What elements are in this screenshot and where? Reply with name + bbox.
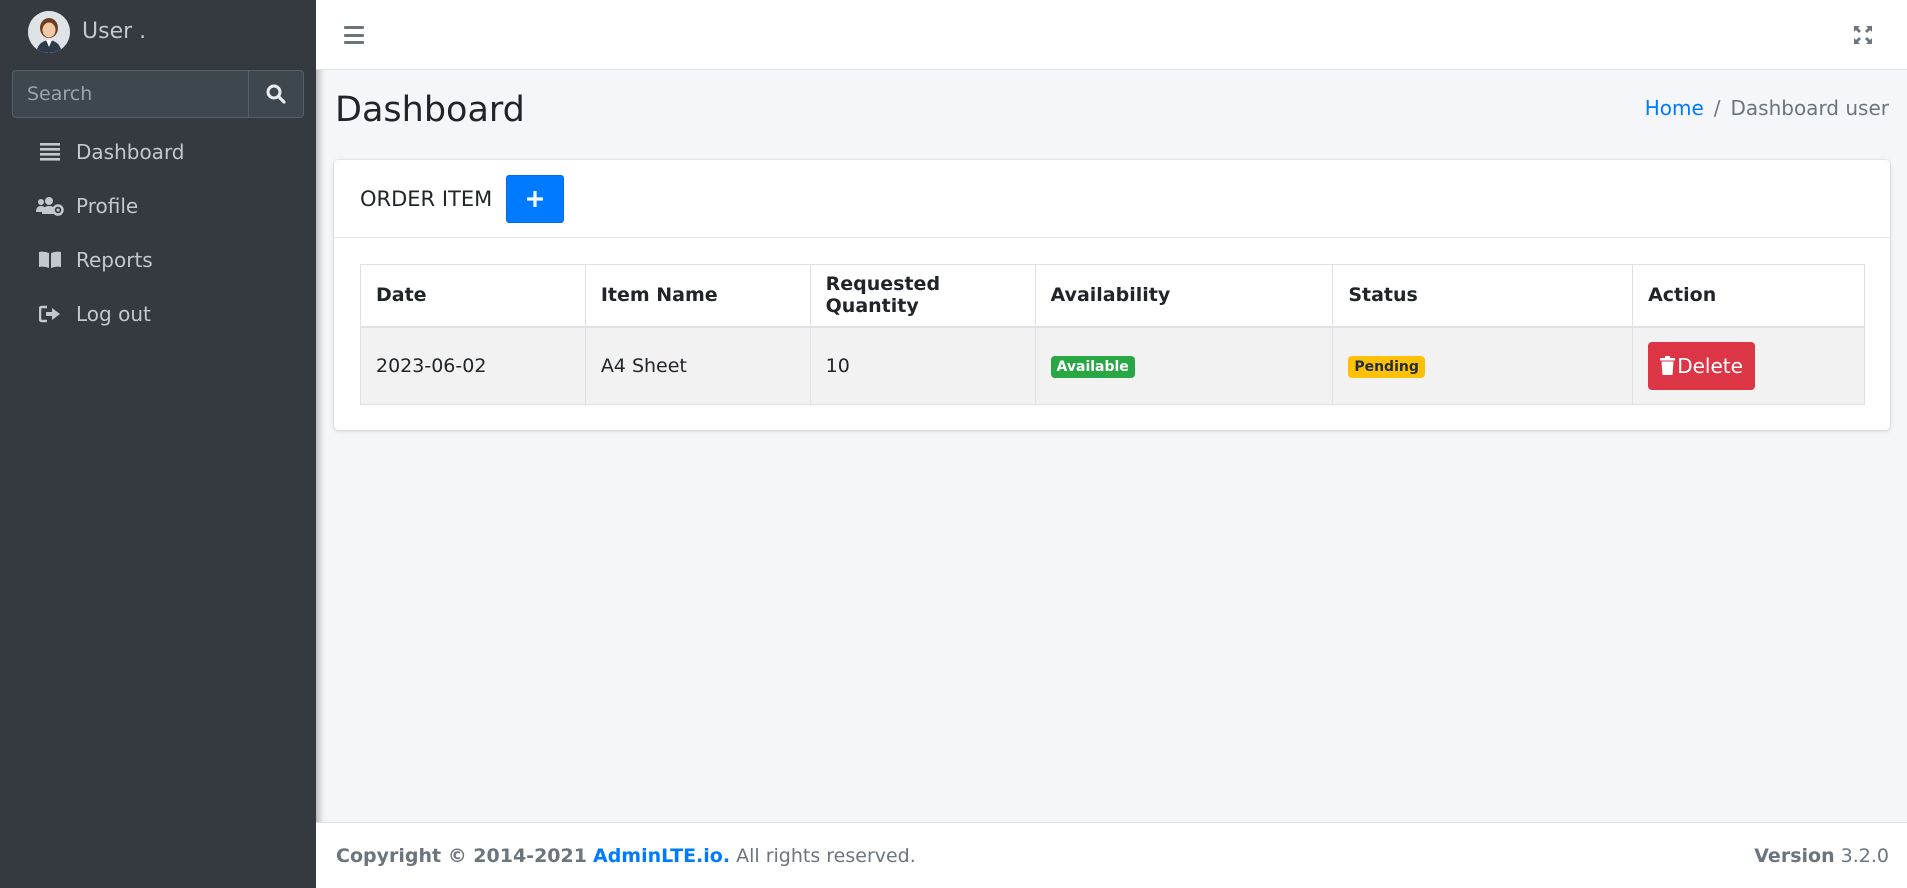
cell-item-name: A4 Sheet: [584, 326, 811, 405]
sidebar-item-logout[interactable]: Log out: [0, 287, 316, 341]
sidebar-item-label: Dashboard: [76, 140, 185, 164]
top-navbar: [316, 0, 1907, 70]
breadcrumb-current: Dashboard user: [1730, 96, 1890, 120]
search-icon: [266, 84, 286, 104]
search-button[interactable]: [248, 70, 304, 118]
version-number: 3.2.0: [1840, 844, 1889, 867]
trash-icon: [1660, 356, 1676, 376]
cell-availability: Available: [1034, 326, 1334, 405]
delete-button-label: Delete: [1677, 353, 1743, 378]
sidebar-item-dashboard[interactable]: Dashboard: [0, 125, 316, 179]
add-order-button[interactable]: [506, 174, 565, 223]
avatar[interactable]: [28, 10, 70, 53]
page-title: Dashboard: [335, 90, 525, 130]
version-label: Version: [1754, 844, 1835, 867]
column-header-action: Action: [1632, 264, 1865, 328]
delete-button[interactable]: Delete: [1648, 341, 1756, 390]
sign-out-icon: [36, 305, 64, 323]
orders-table: Date Item Name Requested Quantity Availa…: [360, 264, 1865, 405]
cell-action: Delete: [1632, 326, 1865, 405]
sidebar-item-reports[interactable]: Reports: [0, 233, 316, 287]
sidebar: User . Dashboard: [0, 0, 316, 888]
book-open-icon: [36, 251, 64, 269]
fullscreen-icon[interactable]: [1853, 25, 1873, 45]
availability-badge: Available: [1050, 355, 1135, 378]
footer-version: Version 3.2.0: [1754, 845, 1889, 867]
breadcrumb-home-link[interactable]: Home: [1645, 96, 1704, 120]
breadcrumb: Home / Dashboard user: [1645, 96, 1889, 120]
search-input[interactable]: [12, 70, 248, 118]
sidebar-item-profile[interactable]: Profile: [0, 179, 316, 233]
column-header-status: Status: [1332, 264, 1634, 328]
card-title: ORDER ITEM: [360, 186, 493, 211]
cell-status: Pending: [1332, 326, 1634, 405]
list-icon: [36, 143, 64, 161]
table-header-row: Date Item Name Requested Quantity Availa…: [360, 264, 1865, 328]
column-header-requested-quantity: Requested Quantity: [809, 264, 1036, 328]
user-panel[interactable]: User .: [0, 0, 316, 63]
column-header-date: Date: [360, 264, 586, 328]
brand-link[interactable]: AdminLTE.io.: [593, 845, 730, 867]
table-row: 2023-06-02 A4 Sheet 10 Available Pending: [360, 326, 1865, 405]
column-header-availability: Availability: [1034, 264, 1334, 328]
plus-icon: [527, 190, 544, 207]
sidebar-item-label: Profile: [76, 194, 139, 218]
breadcrumb-separator: /: [1713, 96, 1721, 120]
cell-quantity: 10: [809, 326, 1036, 405]
cell-date: 2023-06-02: [360, 326, 586, 405]
footer: Copyright © 2014-2021 AdminLTE.io. All r…: [316, 822, 1907, 888]
sidebar-nav: Dashboard Profile Reports Log out: [0, 125, 316, 341]
column-header-item-name: Item Name: [584, 264, 811, 328]
order-item-card: ORDER ITEM Date Item Name Requested Quan…: [334, 160, 1890, 430]
sidebar-item-label: Log out: [76, 302, 151, 326]
sidebar-search: [12, 70, 304, 118]
rights-text: All rights reserved.: [736, 844, 916, 867]
card-header: ORDER ITEM: [334, 160, 1890, 238]
copyright-text: Copyright © 2014-2021: [336, 844, 587, 867]
footer-copyright: Copyright © 2014-2021 AdminLTE.io. All r…: [336, 845, 916, 867]
sidebar-item-label: Reports: [76, 248, 153, 272]
users-cog-icon: [36, 196, 64, 216]
status-badge: Pending: [1348, 355, 1425, 378]
hamburger-menu-icon[interactable]: [344, 26, 364, 44]
user-name[interactable]: User .: [82, 19, 146, 44]
